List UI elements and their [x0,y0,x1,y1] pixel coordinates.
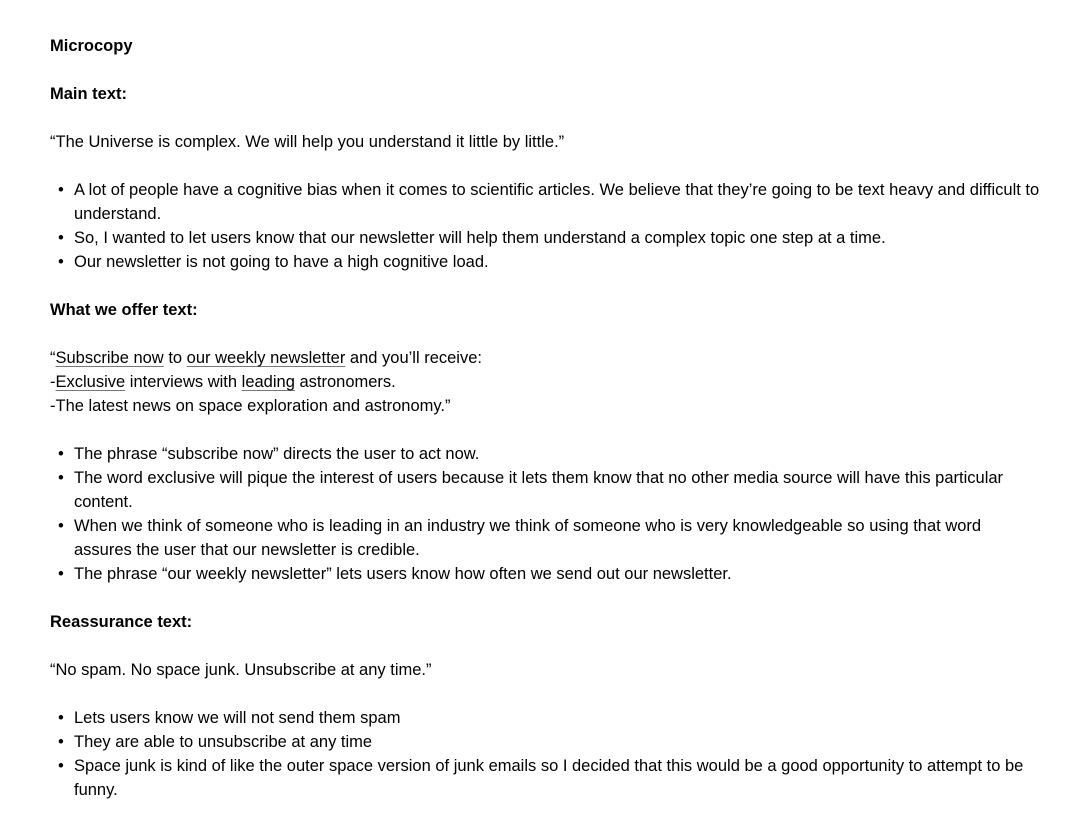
list-item: Space junk is kind of like the outer spa… [50,754,1040,802]
offer-quote-line-3: -The latest news on space exploration an… [50,397,451,415]
text-fragment: astronomers. [294,373,396,391]
main-text-heading: Main text: [50,85,128,103]
list-item: The phrase “our weekly newsletter” lets … [50,562,1040,586]
list-item: The word exclusive will pique the intere… [50,466,1040,514]
list-item: A lot of people have a cognitive bias wh… [50,178,1040,226]
main-text-quote: “The Universe is complex. We will help y… [50,133,565,151]
leading-word: leading [241,373,295,391]
text-fragment: and you’ll receive: [345,349,482,367]
list-item: When we think of someone who is leading … [50,514,1040,562]
list-item: So, I wanted to let users know that our … [50,226,1040,250]
list-item: Lets users know we will not send them sp… [50,706,1040,730]
reassurance-text-bullet-list: Lets users know we will not send them sp… [50,706,1040,802]
weekly-newsletter-phrase: our weekly newsletter [186,349,346,367]
exclusive-word: Exclusive [55,373,126,391]
main-text-bullet-list: A lot of people have a cognitive bias wh… [50,178,1040,274]
document-body: Microcopy Main text: “The Universe is co… [50,34,1040,802]
subscribe-now-phrase: Subscribe now [55,349,164,367]
offer-text-bullet-list: The phrase “subscribe now” directs the u… [50,442,1040,586]
offer-quote-line-2: -Exclusive interviews with leading astro… [50,370,1040,394]
document-title: Microcopy [50,37,133,55]
text-fragment: interviews with [125,373,242,391]
offer-quote-line-1: “Subscribe now to our weekly newsletter … [50,346,1040,370]
offer-text-heading: What we offer text: [50,301,198,319]
text-fragment: to [163,349,187,367]
list-item: They are able to unsubscribe at any time [50,730,1040,754]
list-item: Our newsletter is not going to have a hi… [50,250,1040,274]
reassurance-quote: “No spam. No space junk. Unsubscribe at … [50,661,432,679]
list-item: The phrase “subscribe now” directs the u… [50,442,1040,466]
reassurance-text-heading: Reassurance text: [50,613,193,631]
